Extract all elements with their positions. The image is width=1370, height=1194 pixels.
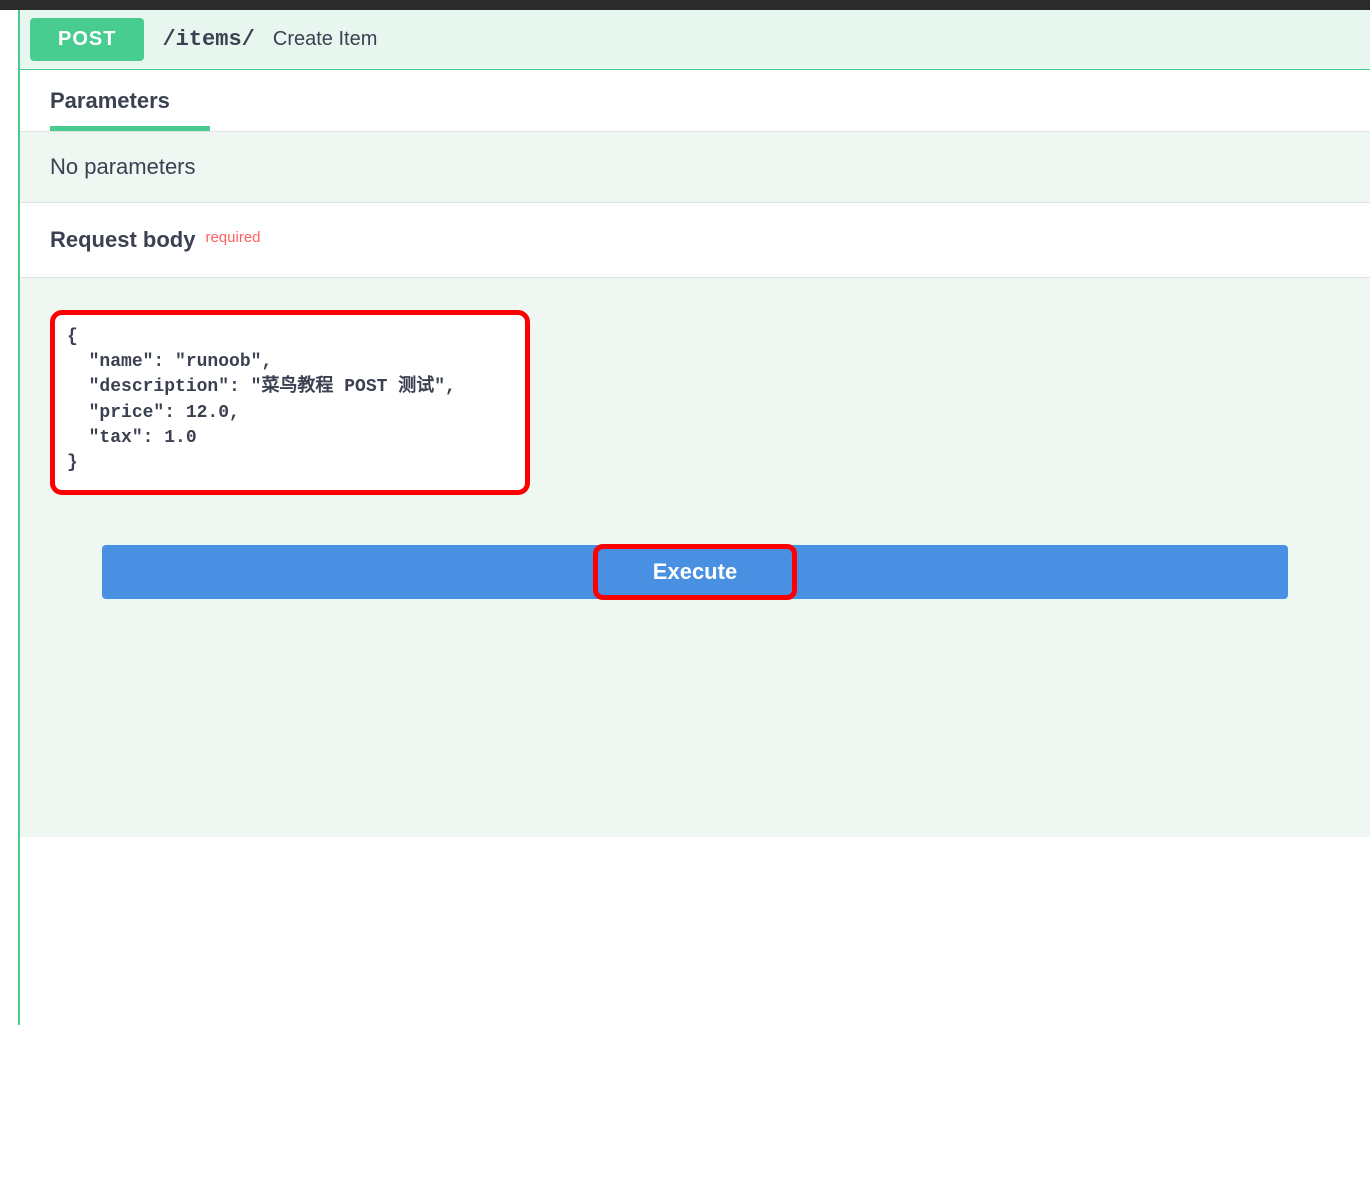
required-label: required <box>205 229 260 246</box>
no-parameters-message: No parameters <box>50 154 1340 180</box>
http-method-badge: POST <box>30 18 144 61</box>
endpoint-path: /items/ <box>162 27 254 52</box>
operation-summary-row[interactable]: POST /items/ Create Item <box>20 10 1370 70</box>
operation-block: POST /items/ Create Item Parameters No p… <box>18 10 1370 1025</box>
request-body-header: Request body required <box>20 203 1370 277</box>
request-body-title: Request body <box>50 227 195 253</box>
parameters-tab-header: Parameters <box>20 70 1370 131</box>
tab-parameters[interactable]: Parameters <box>50 88 170 128</box>
execute-button[interactable]: Execute <box>102 545 1288 599</box>
request-body-editor[interactable] <box>50 310 530 495</box>
operation-summary: Create Item <box>273 28 377 51</box>
execute-button-label: Execute <box>653 559 737 584</box>
parameters-section: No parameters <box>20 131 1370 203</box>
window-topbar <box>0 0 1370 10</box>
request-body-section: Execute <box>20 277 1370 837</box>
execute-row: Execute <box>50 545 1340 599</box>
